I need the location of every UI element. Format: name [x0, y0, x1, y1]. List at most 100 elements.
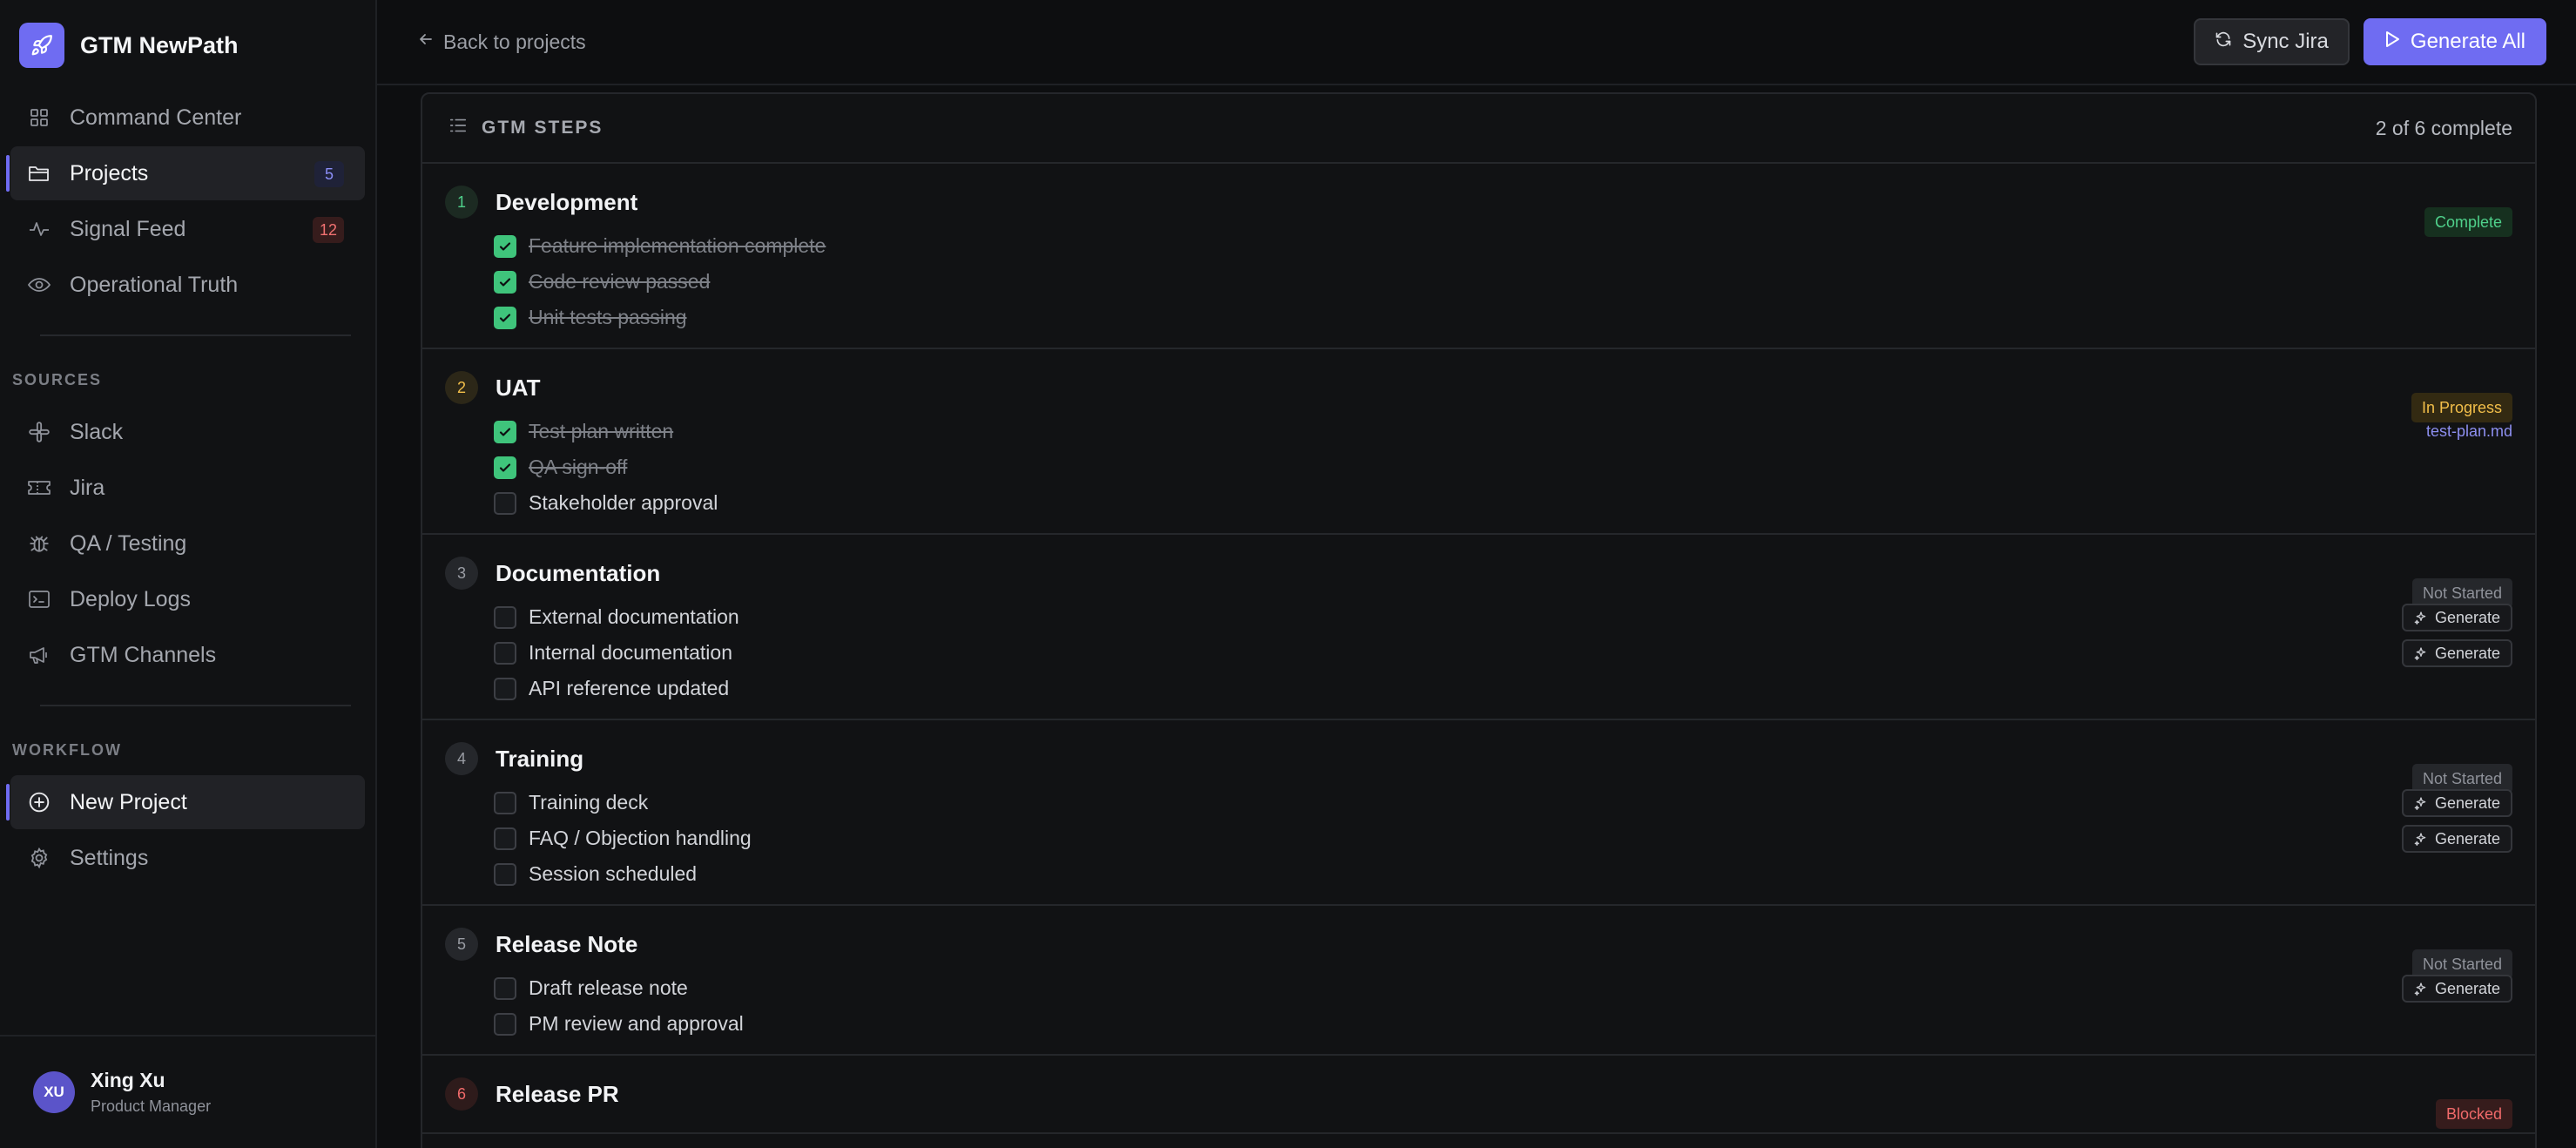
- topbar: Back to projects Sync Jira Generate All: [377, 0, 2576, 85]
- task-item: Feature implementation complete: [494, 228, 2535, 264]
- generate-label: Generate: [2434, 793, 2500, 812]
- user-role: Product Manager: [91, 1097, 212, 1115]
- check-icon: [499, 463, 511, 472]
- task-item: Unit tests passing: [494, 300, 2535, 335]
- step-title: UAT: [496, 374, 541, 401]
- task-label: Unit tests passing: [529, 306, 687, 328]
- step-number: 1: [445, 186, 478, 219]
- task-label: Code review passed: [529, 270, 711, 293]
- task-checkbox[interactable]: [494, 306, 516, 329]
- nav-item-operational-truth[interactable]: Operational Truth: [10, 258, 365, 312]
- task-label: Training deck: [529, 791, 649, 814]
- sources-heading: SOURCES: [12, 371, 103, 388]
- nav-item-settings[interactable]: Settings: [10, 831, 365, 885]
- generate-button[interactable]: Generate: [2401, 789, 2512, 817]
- generate-button[interactable]: Generate: [2401, 604, 2512, 631]
- generate-button[interactable]: Generate: [2401, 639, 2512, 667]
- task-item: Test plan written test-plan.md: [494, 414, 2535, 449]
- generate-button[interactable]: Generate: [2401, 975, 2512, 1003]
- step-number: 6: [445, 1077, 478, 1111]
- task-item: Training deck Generate: [494, 785, 2535, 820]
- sparkle-icon: [2414, 611, 2426, 625]
- panel-title: GTM STEPS: [482, 118, 604, 138]
- step-number: 2: [445, 371, 478, 404]
- sync-jira-button[interactable]: Sync Jira: [2194, 18, 2350, 65]
- task-checkbox[interactable]: [494, 491, 516, 515]
- task-label: API reference updated: [529, 677, 730, 699]
- gtm-steps-panel: GTM STEPS 2 of 6 complete 1 Development …: [421, 92, 2537, 1148]
- workflow-nav: New Project Settings: [0, 775, 375, 885]
- generate-label: Generate: [2434, 979, 2500, 997]
- task-checkbox[interactable]: [494, 456, 516, 479]
- task-checkbox[interactable]: [494, 827, 516, 850]
- nav-item-gtm-channels[interactable]: GTM Channels: [10, 628, 365, 682]
- task-item: Code review passed: [494, 264, 2535, 300]
- nav-label: Slack: [70, 419, 124, 444]
- divider: [40, 705, 351, 706]
- nav-label: Deploy Logs: [70, 586, 191, 611]
- check-icon: [499, 241, 511, 251]
- generate-button[interactable]: Generate: [2401, 825, 2512, 853]
- terminal-icon: [26, 586, 52, 612]
- step-number: 3: [445, 557, 478, 590]
- rocket-icon: [19, 23, 64, 68]
- task-checkbox[interactable]: [494, 641, 516, 665]
- task-label: Draft release note: [529, 976, 688, 999]
- task-checkbox[interactable]: [494, 862, 516, 886]
- task-checkbox[interactable]: [494, 234, 516, 258]
- task-label: External documentation: [529, 605, 739, 628]
- sparkle-icon: [2414, 797, 2426, 810]
- task-checkbox[interactable]: [494, 677, 516, 700]
- list-checks-icon: [448, 116, 468, 140]
- generate-label: Generate: [2434, 608, 2500, 626]
- nav-item-signal-feed[interactable]: Signal Feed 12: [10, 202, 365, 256]
- task-item: External documentation Generate: [494, 599, 2535, 635]
- nav-item-deploy-logs[interactable]: Deploy Logs: [10, 572, 365, 626]
- nav-item-qa-testing[interactable]: QA / Testing: [10, 517, 365, 571]
- task-item: API reference updated: [494, 671, 2535, 706]
- user-name: Xing Xu: [91, 1069, 165, 1091]
- nav-label: GTM Channels: [70, 642, 217, 667]
- brand-name: GTM NewPath: [80, 31, 239, 58]
- task-item: Session scheduled: [494, 856, 2535, 892]
- check-icon: [499, 277, 511, 287]
- task-checkbox[interactable]: [494, 976, 516, 1000]
- task-label: Internal documentation: [529, 641, 732, 664]
- nav-label: Signal Feed: [70, 216, 186, 241]
- folder-icon: [26, 160, 52, 186]
- main-content: Back to projects Sync Jira Generate All: [377, 0, 2576, 1148]
- generate-all-label: Generate All: [2410, 30, 2525, 53]
- activity-icon: [26, 216, 52, 242]
- ticket-icon: [26, 475, 52, 501]
- steps-progress: 2 of 6 complete: [2375, 116, 2512, 139]
- step-training: 4 Training Not Started Training deck Gen…: [422, 739, 2535, 906]
- nav-label: Settings: [70, 845, 149, 870]
- nav-item-new-project[interactable]: New Project: [6, 775, 365, 829]
- attached-file-link[interactable]: test-plan.md: [2426, 422, 2512, 441]
- task-checkbox[interactable]: [494, 1012, 516, 1036]
- task-checkbox[interactable]: [494, 791, 516, 814]
- user-profile[interactable]: XU Xing Xu Product Manager: [0, 1035, 375, 1148]
- step-title: Development: [496, 188, 638, 215]
- nav-item-projects[interactable]: Projects 5: [6, 146, 365, 200]
- back-to-projects-link[interactable]: Back to projects: [417, 30, 586, 54]
- nav-label: Operational Truth: [70, 272, 239, 297]
- task-label: FAQ / Objection handling: [529, 827, 752, 849]
- nav-item-command-center[interactable]: Command Center: [10, 91, 365, 145]
- task-checkbox[interactable]: [494, 605, 516, 629]
- sidebar: GTM NewPath Command Center Projects 5 Si…: [0, 0, 377, 1148]
- nav-label: Command Center: [70, 105, 242, 130]
- megaphone-icon: [26, 642, 52, 668]
- task-item: Draft release note Generate: [494, 970, 2535, 1006]
- status-badge: Blocked: [2435, 1099, 2512, 1129]
- eye-icon: [26, 272, 52, 298]
- brand[interactable]: GTM NewPath: [0, 0, 375, 91]
- task-item: PM review and approval: [494, 1006, 2535, 1042]
- generate-all-button[interactable]: Generate All: [2363, 18, 2546, 65]
- task-checkbox[interactable]: [494, 270, 516, 294]
- nav-item-jira[interactable]: Jira: [10, 461, 365, 515]
- task-checkbox[interactable]: [494, 420, 516, 443]
- nav-item-slack[interactable]: Slack: [10, 405, 365, 459]
- arrow-left-icon: [417, 30, 435, 53]
- task-label: Test plan written: [529, 420, 674, 442]
